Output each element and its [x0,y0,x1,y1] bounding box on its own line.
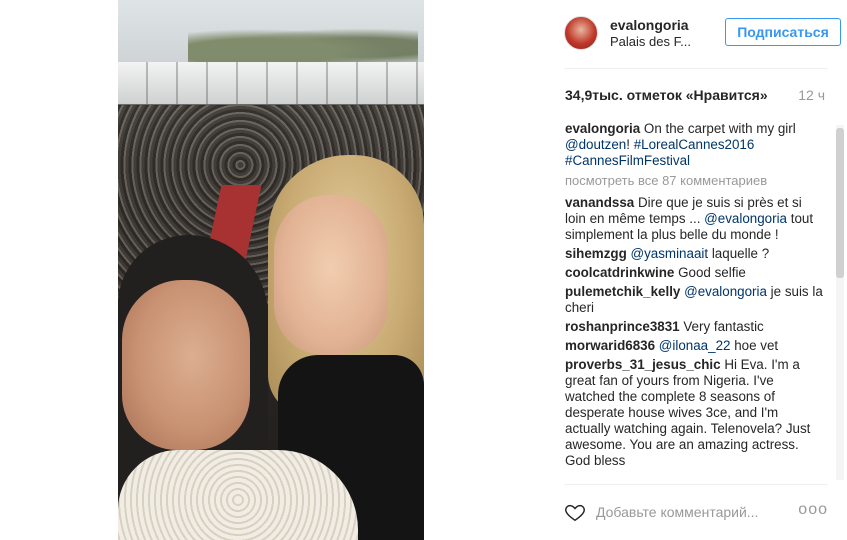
comment-item: morwarid6836 @ilonaa_22 hoe vet [565,338,823,354]
comment-mention[interactable]: @yasminaait [631,246,709,261]
comment-item: vanandssa Dire que je suis si près et si… [565,195,823,243]
comment-item: sihemzgg @yasminaait laquelle ? [565,246,823,262]
post-side-panel: evalongoria Palais des F... Подписаться … [548,0,847,540]
likes-count[interactable]: 34,9тыс. отметок «Нравится» [565,87,768,103]
avatar[interactable] [564,16,598,50]
footer-divider [564,484,828,485]
photo-person-left-dress [118,450,358,540]
header-divider [564,68,828,69]
likes-row: 34,9тыс. отметок «Нравится» 12 ч [565,87,827,107]
comment-text: Hi Eva. I'm a great fan of yours from Ni… [565,357,811,468]
comment-mention[interactable]: @ilonaa_22 [659,338,731,353]
photo-person-right-face [274,195,388,355]
comment-item: proverbs_31_jesus_chic Hi Eva. I'm a gre… [565,357,823,469]
comment-username[interactable]: roshanprince3831 [565,319,680,334]
comment-item: roshanprince3831 Very fantastic [565,319,823,335]
post-photo [118,0,424,540]
comment-username[interactable]: pulemetchik_kelly [565,284,680,299]
comment-username[interactable]: coolcatdrinkwine [565,265,674,280]
caption-text-mid: ! [626,137,634,152]
follow-button[interactable]: Подписаться [725,18,841,46]
post-location[interactable]: Palais des F... [610,34,691,49]
comment-username[interactable]: sihemzgg [565,246,627,261]
comment-username[interactable]: proverbs_31_jesus_chic [565,357,721,372]
comment-item: pulemetchik_kelly @evalongoria je suis l… [565,284,823,316]
comment-mention[interactable]: @evalongoria [684,284,767,299]
caption-text: On the carpet with my girl [643,121,796,136]
comment-mention[interactable]: @evalongoria [704,211,787,226]
caption-hashtag-1[interactable]: #LorealCannes2016 [634,137,755,152]
comment-entries: vanandssa Dire que je suis si près et si… [565,195,823,469]
comment-text-after: laquelle ? [708,246,770,261]
post-time[interactable]: 12 ч [798,87,825,103]
comment-text-after: hoe vet [730,338,779,353]
caption: evalongoria On the carpet with my girl @… [565,121,823,169]
caption-hashtag-2[interactable]: #CannesFilmFestival [565,153,690,168]
comments-list: evalongoria On the carpet with my girl @… [565,121,823,481]
add-comment-input[interactable]: Добавьте комментарий... [596,504,758,520]
comment-username[interactable]: morwarid6836 [565,338,655,353]
comment-item: coolcatdrinkwine Good selfie [565,265,823,281]
post-header: evalongoria Palais des F... Подписаться [564,16,841,50]
view-all-comments-link[interactable]: посмотреть все 87 комментариев [565,173,823,189]
comment-username[interactable]: vanandssa [565,195,634,210]
comments-scrollbar-thumb[interactable] [836,128,844,278]
caption-username[interactable]: evalongoria [565,121,640,136]
comment-bar: Добавьте комментарий... ooo [564,497,828,527]
photo-canopy-lines [118,62,424,104]
comment-text: Very fantastic [683,319,764,334]
photo-person-left-face [122,280,250,450]
heart-icon[interactable] [564,501,586,523]
caption-mention[interactable]: @doutzen [565,137,626,152]
post-username[interactable]: evalongoria [610,17,689,33]
comment-text: Good selfie [678,265,746,280]
more-options-icon[interactable]: ooo [798,501,828,519]
